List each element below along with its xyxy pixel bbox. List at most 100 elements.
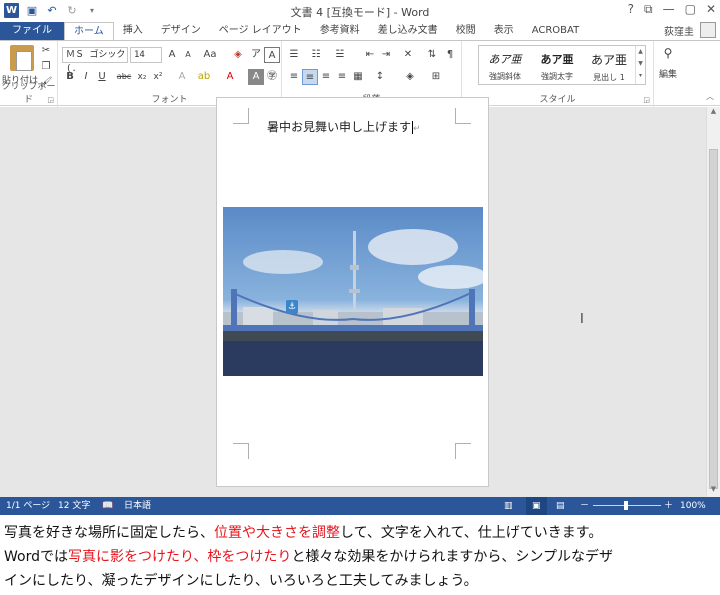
style-emphasis-italic[interactable]: あア亜 強調斜体 [479,46,531,84]
borders-icon[interactable]: ⊞ [428,69,444,85]
style-sample: あア亜 [488,53,522,66]
greeting-text[interactable]: 暑中お見舞い申し上げます [267,120,411,134]
close-icon[interactable]: ✕ [706,2,716,17]
scroll-up-icon[interactable]: ▲ [707,107,720,119]
user-account[interactable]: 荻窪圭 [664,22,716,38]
avatar [700,22,716,38]
proofing-icon[interactable]: 📖 [102,497,113,515]
style-name: 強調太字 [541,72,573,81]
word-count[interactable]: 12 文字 [58,497,90,515]
phonetic-guide-icon[interactable]: ア [248,47,264,63]
shading-icon[interactable]: ◈ [402,69,418,85]
zoom-slider[interactable] [593,501,661,510]
align-left-icon[interactable]: ≡ [286,69,302,85]
zoom-out-button[interactable]: － [580,497,589,515]
decrease-indent-icon[interactable]: ⇤ [362,47,378,63]
paragraph-mark: ↵ [413,124,421,134]
change-case-icon[interactable]: Aa [202,47,218,63]
font-color-icon[interactable]: A [222,69,238,85]
tab-home[interactable]: ホーム [64,22,114,40]
caption-text: 写真を好きな場所に固定したら、 [4,525,214,541]
text-effects-icon[interactable]: A [174,69,190,85]
strikethrough-icon[interactable]: abc [116,69,132,85]
style-emphasis-bold[interactable]: あア亜 強調太字 [531,46,583,84]
layout-options-icon[interactable]: ⚓ [286,300,298,314]
print-layout-icon[interactable]: ▣ [526,497,547,515]
tab-references[interactable]: 参考資料 [311,22,369,40]
align-center-icon[interactable]: ≡ [302,69,318,85]
help-icon[interactable]: ? [628,2,634,17]
zoom-slider-knob[interactable] [624,501,628,510]
tab-page-layout[interactable]: ページ レイアウト [210,22,311,40]
styles-group-label: スタイル [539,95,576,105]
italic-icon[interactable]: I [78,69,94,85]
caption-text: Wordでは [4,549,68,565]
caption: 写真を好きな場所に固定したら、位置や大きさを調整して、文字を入れて、仕上げていき… [4,521,716,593]
bold-icon[interactable]: B [62,69,78,85]
multilevel-list-icon[interactable]: ☱ [332,47,348,63]
maximize-icon[interactable]: ▢ [685,2,696,17]
asian-layout-icon[interactable]: ✕ [400,47,416,63]
paste-icon[interactable] [10,45,34,71]
styles-launcher-icon[interactable]: ◲ [643,96,650,104]
minimize-icon[interactable]: — [663,2,675,17]
line-spacing-icon[interactable]: ↕ [372,69,388,85]
clipboard-launcher-icon[interactable]: ◲ [47,96,54,104]
superscript-icon[interactable]: x² [150,69,166,85]
font-size-combo[interactable]: 14 [130,47,162,63]
caption-line-3: インにしたり、凝ったデザインにしたり、いろいろと工夫してみましょう。 [4,573,478,589]
tab-acrobat[interactable]: ACROBAT [523,22,589,40]
distribute-icon[interactable]: ▦ [350,69,366,85]
enclose-characters-icon[interactable]: ㊫ [264,69,280,85]
gallery-scroll[interactable]: ▲ ▼ ▾ [635,46,645,84]
tab-view[interactable]: 表示 [485,22,523,40]
caption-text: と様々な効果をかけられますから、シンプルなデザ [291,549,614,565]
tab-review[interactable]: 校閲 [447,22,485,40]
show-marks-icon[interactable]: ¶ [442,47,458,63]
zoom-level[interactable]: 100% [680,497,706,515]
tab-insert[interactable]: 挿入 [114,22,152,40]
justify-icon[interactable]: ≡ [334,69,350,85]
caption-highlight: 位置や大きさを調整 [214,525,340,541]
copy-icon[interactable]: ❐ [38,59,54,75]
character-shading-icon[interactable]: A [248,69,264,85]
binoculars-icon[interactable]: ⚲ [660,45,676,61]
editing-label[interactable]: 編集 [659,67,677,80]
web-layout-icon[interactable]: ▤ [556,497,565,515]
vertical-scrollbar[interactable]: ▲ ▼ [706,107,720,497]
sort-icon[interactable]: ⇅ [424,47,440,63]
tab-mailings[interactable]: 差し込み文書 [369,22,447,40]
tab-design[interactable]: デザイン [152,22,210,40]
collapse-ribbon-icon[interactable]: ︿ [706,91,714,102]
character-border-icon[interactable]: A [264,47,280,63]
numbering-icon[interactable]: ☷ [308,47,324,63]
highlight-icon[interactable]: ab [196,69,212,85]
scroll-thumb[interactable] [709,149,718,489]
scroll-down-icon[interactable]: ▼ [707,485,720,497]
underline-icon[interactable]: U [94,69,110,85]
align-right-icon[interactable]: ≡ [318,69,334,85]
zoom-in-button[interactable]: ＋ [664,497,673,515]
document-page[interactable]: 暑中お見舞い申し上げます ↵ ⚓ [216,97,489,487]
read-mode-icon[interactable]: ▥ [504,497,513,515]
cut-icon[interactable]: ✂ [38,43,54,59]
increase-indent-icon[interactable]: ⇥ [378,47,394,63]
margin-corner [233,443,249,459]
bridge-photo[interactable]: ⚓ [223,207,483,376]
document-text[interactable]: 暑中お見舞い申し上げます ↵ [267,118,421,135]
page-count[interactable]: 1/1 ページ [6,497,50,515]
ribbon-display-icon[interactable]: ⧉ [644,2,653,17]
title-bar: W ▣ ↶ ↻ ▾ 文書 4 [互換モード] - Word ? ⧉ — ▢ ✕ [0,0,720,22]
font-name-combo[interactable]: ＭＳ ゴシック (. [62,47,128,74]
grow-font-icon[interactable]: A [164,47,180,63]
subscript-icon[interactable]: x₂ [134,69,150,85]
bullets-icon[interactable]: ☰ [286,47,302,63]
tab-file[interactable]: ファイル [0,22,64,40]
document-area[interactable]: 暑中お見舞い申し上げます ↵ ⚓ I [0,97,706,497]
margin-corner [455,443,471,459]
language[interactable]: 日本語 [124,497,151,515]
style-heading-1[interactable]: あア亜 見出し 1 [583,46,635,84]
clear-format-icon[interactable]: ◈ [230,47,246,63]
shrink-font-icon[interactable]: A [180,47,196,63]
caption-text: して、文字を入れて、仕上げていきます。 [340,525,603,541]
